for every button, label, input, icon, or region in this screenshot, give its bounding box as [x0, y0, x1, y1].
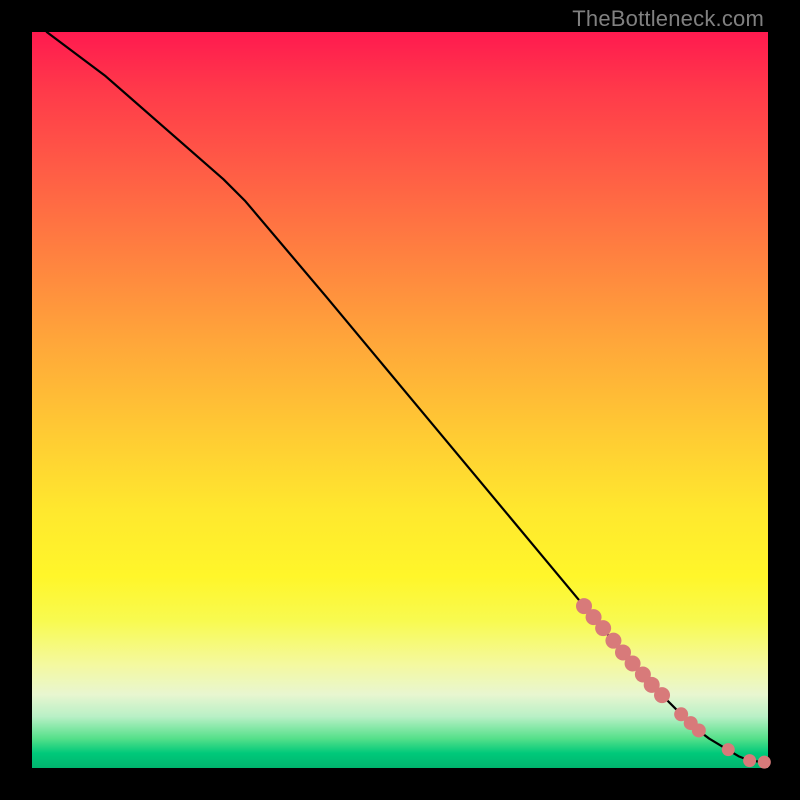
marker-group — [576, 598, 771, 769]
curve-svg — [32, 32, 768, 768]
data-marker — [595, 620, 611, 636]
curve-path — [47, 32, 765, 762]
data-marker — [758, 756, 771, 769]
data-marker — [654, 687, 670, 703]
data-marker — [692, 723, 706, 737]
data-marker — [722, 743, 735, 756]
chart-frame: TheBottleneck.com — [0, 0, 800, 800]
watermark-label: TheBottleneck.com — [572, 6, 764, 32]
data-marker — [743, 754, 756, 767]
plot-area — [32, 32, 768, 768]
